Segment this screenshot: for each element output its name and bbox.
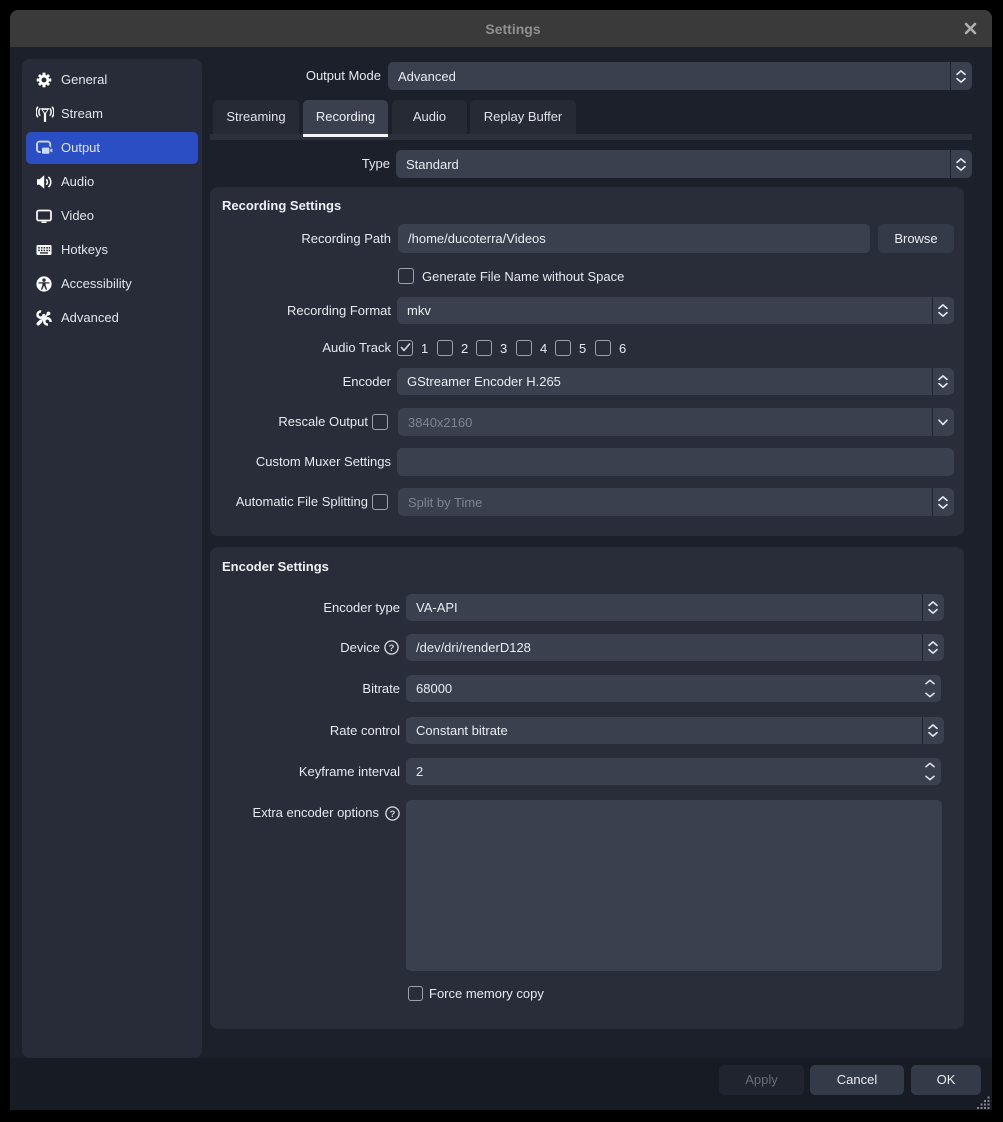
svg-text:?: ? [389,643,395,654]
svg-text:?: ? [390,809,396,820]
